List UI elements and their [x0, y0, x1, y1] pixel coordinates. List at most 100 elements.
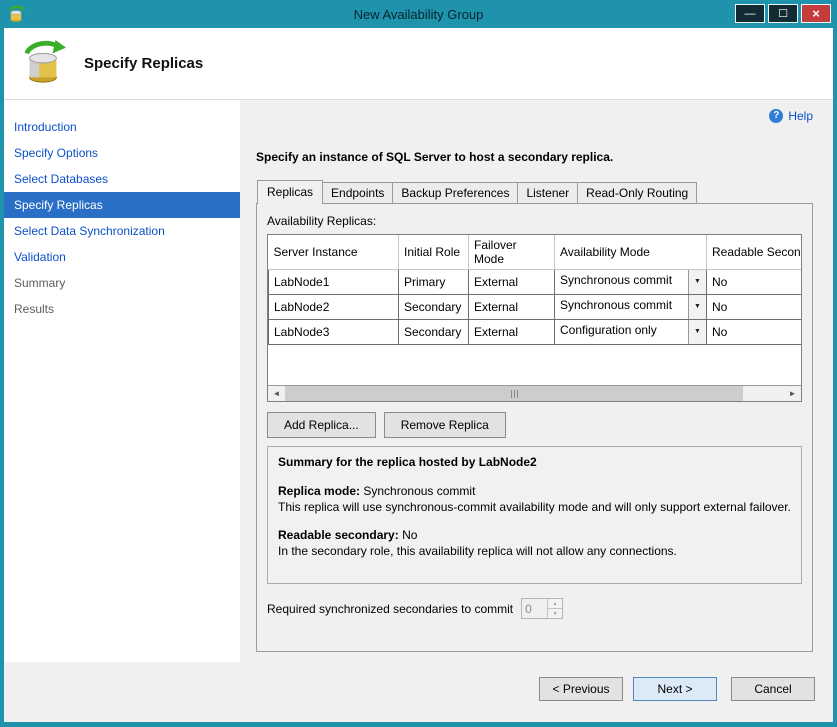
cell-failover-mode: External [469, 319, 555, 344]
next-button[interactable]: Next > [633, 677, 717, 701]
cell-failover-mode: External [469, 294, 555, 319]
maximize-button[interactable]: ☐ [768, 4, 798, 23]
col-header-availability-mode: Availability Mode [555, 235, 707, 269]
spin-up-icon[interactable]: ▲ [548, 599, 562, 608]
cell-server-instance: LabNode1 [269, 269, 399, 294]
cell-readable-secondary: No [707, 294, 802, 319]
spinner-buttons: ▲ ▼ [547, 599, 562, 618]
grid-header-row: Server Instance Initial Role Failover Mo… [269, 235, 802, 269]
minimize-button[interactable]: — [735, 4, 765, 23]
commit-secondaries-label: Required synchronized secondaries to com… [267, 602, 513, 616]
replica-summary-group: Summary for the replica hosted by LabNod… [267, 446, 802, 584]
app-icon [7, 5, 25, 23]
main-pane: ? Help Specify an instance of SQL Server… [240, 100, 833, 662]
tab-endpoints[interactable]: Endpoints [322, 182, 393, 203]
commit-secondaries-spinbox[interactable]: ▲ ▼ [521, 598, 563, 619]
cell-server-instance: LabNode3 [269, 319, 399, 344]
sidebar-item-specify-replicas[interactable]: Specify Replicas [4, 192, 240, 218]
scroll-left-icon[interactable]: ◄ [268, 386, 285, 401]
availability-mode-combobox[interactable]: Configuration only ▼ [555, 320, 706, 344]
combobox-value: Synchronous commit [555, 295, 688, 319]
sidebar-item-select-data-synchronization[interactable]: Select Data Synchronization [4, 218, 240, 244]
cell-availability-mode: Synchronous commit ▼ [555, 294, 707, 319]
cell-readable-secondary: No [707, 319, 802, 344]
replica-buttons-row: Add Replica... Remove Replica [267, 412, 802, 438]
wizard-steps-sidebar: Introduction Specify Options Select Data… [4, 100, 240, 662]
instruction-text: Specify an instance of SQL Server to hos… [256, 150, 813, 164]
titlebar[interactable]: New Availability Group — ☐ × [4, 0, 833, 28]
availability-mode-combobox[interactable]: Synchronous commit ▼ [555, 270, 706, 294]
wizard-header: Specify Replicas [4, 28, 833, 100]
help-icon: ? [769, 109, 783, 123]
cancel-button[interactable]: Cancel [731, 677, 815, 701]
tab-strip: Replicas Endpoints Backup Preferences Li… [256, 180, 813, 203]
sidebar-item-introduction[interactable]: Introduction [4, 114, 240, 140]
readable-secondary-value: No [402, 528, 417, 542]
cell-initial-role: Secondary [399, 319, 469, 344]
readable-secondary-description: In the secondary role, this availability… [278, 544, 791, 560]
cell-availability-mode: Synchronous commit ▼ [555, 269, 707, 294]
col-header-readable-secondary: Readable Secondary [707, 235, 802, 269]
replicas-table: Server Instance Initial Role Failover Mo… [268, 235, 801, 345]
tab-backup-preferences[interactable]: Backup Preferences [392, 182, 518, 203]
sidebar-item-specify-options[interactable]: Specify Options [4, 140, 240, 166]
tab-replicas[interactable]: Replicas [257, 180, 323, 204]
sidebar-item-select-databases[interactable]: Select Databases [4, 166, 240, 192]
previous-button[interactable]: < Previous [539, 677, 623, 701]
commit-secondaries-row: Required synchronized secondaries to com… [267, 598, 802, 619]
commit-secondaries-input[interactable] [522, 599, 547, 618]
table-row[interactable]: LabNode1 Primary External Synchronous co… [269, 269, 802, 294]
scrollbar-track[interactable] [743, 386, 784, 401]
combobox-value: Synchronous commit [555, 270, 688, 294]
cell-availability-mode: Configuration only ▼ [555, 319, 707, 344]
tab-listener[interactable]: Listener [517, 182, 578, 203]
table-row[interactable]: LabNode2 Secondary External Synchronous … [269, 294, 802, 319]
close-button[interactable]: × [801, 4, 831, 23]
scrollbar-grip [517, 390, 518, 398]
availability-replicas-label: Availability Replicas: [267, 214, 802, 228]
readable-secondary-label: Readable secondary: [278, 528, 399, 542]
database-sync-icon [20, 39, 66, 88]
sidebar-item-summary: Summary [4, 270, 240, 296]
replica-mode-line: Replica mode: Synchronous commit [278, 484, 791, 500]
chevron-down-icon[interactable]: ▼ [688, 295, 706, 319]
availability-mode-combobox[interactable]: Synchronous commit ▼ [555, 295, 706, 319]
grid-viewport: Server Instance Initial Role Failover Mo… [268, 235, 801, 385]
combobox-value: Configuration only [555, 320, 688, 344]
help-label: Help [788, 109, 813, 123]
help-link[interactable]: ? Help [256, 108, 813, 124]
spin-down-icon[interactable]: ▼ [548, 608, 562, 618]
cell-initial-role: Secondary [399, 294, 469, 319]
horizontal-scrollbar[interactable]: ◄ ► [268, 385, 801, 401]
chevron-down-icon[interactable]: ▼ [688, 270, 706, 294]
wizard-footer: < Previous Next > Cancel [4, 662, 833, 722]
col-header-initial-role: Initial Role [399, 235, 469, 269]
summary-title: Summary for the replica hosted by LabNod… [278, 455, 791, 471]
new-availability-group-window: New Availability Group — ☐ × Specify Rep… [0, 0, 837, 727]
scroll-right-icon[interactable]: ► [784, 386, 801, 401]
cell-failover-mode: External [469, 269, 555, 294]
sidebar-item-validation[interactable]: Validation [4, 244, 240, 270]
page-title: Specify Replicas [84, 55, 203, 72]
window-title: New Availability Group [4, 7, 833, 22]
add-replica-button[interactable]: Add Replica... [267, 412, 376, 438]
table-row[interactable]: LabNode3 Secondary External Configuratio… [269, 319, 802, 344]
readable-secondary-line: Readable secondary: No [278, 528, 791, 544]
tab-read-only-routing[interactable]: Read-Only Routing [577, 182, 697, 203]
scrollbar-thumb[interactable] [285, 386, 743, 401]
col-header-server-instance: Server Instance [269, 235, 399, 269]
wizard-body: Introduction Specify Options Select Data… [4, 100, 833, 662]
sidebar-item-results: Results [4, 296, 240, 322]
cell-server-instance: LabNode2 [269, 294, 399, 319]
scrollbar-grip [511, 390, 512, 398]
replicas-tab-panel: Availability Replicas: Server Instance I… [256, 203, 813, 652]
cell-initial-role: Primary [399, 269, 469, 294]
remove-replica-button[interactable]: Remove Replica [384, 412, 506, 438]
replica-mode-value: Synchronous commit [363, 484, 475, 498]
cell-readable-secondary: No [707, 269, 802, 294]
chevron-down-icon[interactable]: ▼ [688, 320, 706, 344]
replica-mode-description: This replica will use synchronous-commit… [278, 500, 791, 516]
window-controls: — ☐ × [735, 4, 831, 23]
replica-mode-label: Replica mode: [278, 484, 360, 498]
col-header-failover-mode: Failover Mode [469, 235, 555, 269]
